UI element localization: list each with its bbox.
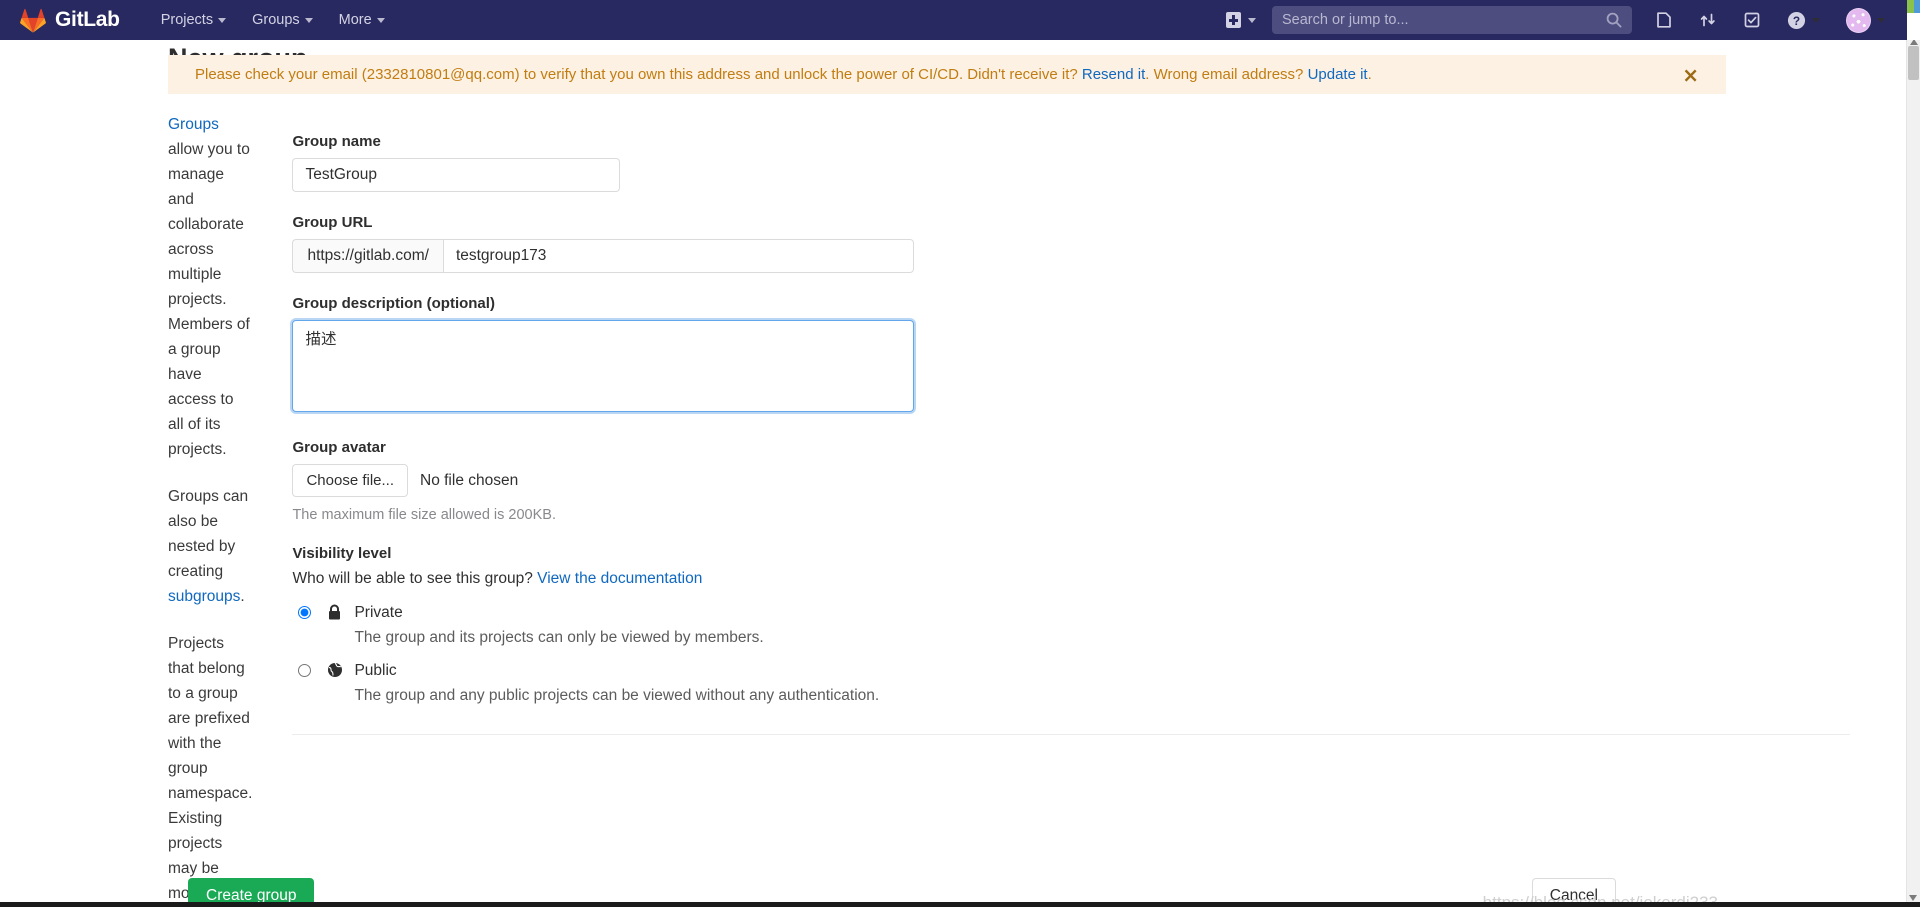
issues-icon-button[interactable] [1642, 0, 1686, 40]
new-group-form: Group name Group URL https://gitlab.com/… [292, 112, 1851, 907]
avatar [1846, 7, 1871, 33]
group-avatar-label: Group avatar [292, 439, 386, 456]
chevron-down-icon [218, 17, 227, 23]
visibility-private-text: Private The group and its projects can o… [354, 602, 763, 648]
visibility-private-title: Private [354, 604, 403, 621]
scrollbar-top-cap [1907, 0, 1920, 40]
file-chooser-row: Choose file... No file chosen [292, 464, 1850, 497]
visibility-public-description: The group and any public projects can be… [354, 687, 880, 704]
brand-name: GitLab [55, 8, 120, 31]
search-input[interactable]: Search or jump to... [1272, 6, 1632, 34]
visibility-option-private[interactable]: Private The group and its projects can o… [292, 602, 1850, 648]
visibility-question-text: Who will be able to see this group? [292, 570, 538, 587]
group-description-textarea[interactable]: 描述 [292, 320, 915, 412]
group-url-field-group: Group URL https://gitlab.com/ [292, 214, 1850, 273]
globe-icon [327, 660, 344, 683]
nav-item-projects[interactable]: Projects [150, 2, 237, 38]
group-avatar-field-group: Group avatar Choose file... No file chos… [292, 439, 1850, 523]
new-group-form-layout: Groups allow you to manage and collabora… [168, 112, 1851, 907]
form-footer-actions: Create group Cancel https://blog.csdn.ne… [168, 866, 1726, 907]
group-url-prefix: https://gitlab.com/ [292, 239, 443, 273]
visibility-radio-private[interactable] [298, 606, 312, 619]
chevron-down-icon [304, 17, 313, 23]
resend-it-link[interactable]: Resend it [1082, 66, 1145, 83]
no-file-chosen-text: No file chosen [420, 471, 519, 489]
group-url-input-group: https://gitlab.com/ [292, 239, 915, 273]
group-url-label: Group URL [292, 214, 373, 231]
info-paragraph-2: Groups can also be nested by creating su… [168, 484, 252, 609]
visibility-public-title: Public [354, 662, 397, 679]
group-name-field-group: Group name [292, 133, 1850, 192]
chevron-down-icon [1877, 17, 1885, 23]
alert-text-end: . [1367, 65, 1372, 83]
scroll-marker-blue [1914, 0, 1920, 13]
scrollbar-thumb[interactable] [1908, 39, 1919, 80]
search-placeholder: Search or jump to... [1282, 12, 1409, 28]
browser-bottom-edge [0, 902, 1920, 907]
lock-icon [327, 602, 344, 626]
group-description-field-group: Group description (optional) 描述 [292, 295, 1850, 417]
avatar-help-text: The maximum file size allowed is 200KB. [292, 507, 556, 523]
alert-text-middle: . Wrong email address? [1145, 65, 1308, 83]
nav-item-more-label: More [338, 12, 372, 28]
new-item-button[interactable] [1216, 12, 1266, 28]
nav-item-groups-label: Groups [252, 12, 300, 28]
close-icon[interactable]: × [1682, 65, 1699, 85]
nav-item-groups[interactable]: Groups [241, 2, 324, 38]
chevron-down-icon [376, 17, 385, 23]
visibility-field-group: Visibility level Who will be able to see… [292, 545, 1850, 706]
update-it-link[interactable]: Update it [1308, 66, 1368, 83]
help-icon: ? [1787, 11, 1806, 29]
vertical-scrollbar[interactable] [1906, 39, 1920, 907]
help-icon-button[interactable]: ? [1774, 0, 1833, 40]
info-paragraph-1: Groups allow you to manage and collabora… [168, 112, 252, 462]
view-documentation-link[interactable]: View the documentation [537, 570, 702, 587]
info-paragraph-1-rest: allow you to manage and collaborate acro… [168, 141, 250, 458]
subgroups-link[interactable]: subgroups [168, 588, 240, 605]
group-name-label: Group name [292, 133, 381, 150]
nav-item-more[interactable]: More [328, 2, 396, 38]
primary-nav: Projects Groups More [150, 2, 396, 38]
todos-icon-button[interactable] [1730, 0, 1774, 40]
groups-link[interactable]: Groups [168, 116, 219, 133]
group-url-input[interactable] [442, 239, 915, 273]
plus-square-icon [1226, 12, 1241, 28]
visibility-public-text: Public The group and any public projects… [354, 660, 879, 706]
visibility-option-public[interactable]: Public The group and any public projects… [292, 660, 1850, 706]
choose-file-button[interactable]: Choose file... [292, 464, 408, 497]
merge-requests-icon-button[interactable] [1686, 0, 1730, 40]
info-paragraph-2-after: . [240, 588, 245, 605]
alert-message: Please check your email (2332810801@qq.c… [168, 65, 1372, 85]
gitlab-logo[interactable]: GitLab [20, 8, 120, 33]
user-menu-button[interactable] [1833, 0, 1898, 40]
group-info-sidebar: Groups allow you to manage and collabora… [168, 112, 292, 907]
group-description-label: Group description (optional) [292, 295, 495, 312]
visibility-radio-public[interactable] [298, 664, 312, 677]
todos-icon [1744, 12, 1760, 28]
scroll-down-arrow-icon[interactable] [1909, 895, 1917, 901]
navbar-right-section: Search or jump to... ? [1216, 0, 1920, 40]
merge-requests-icon [1700, 13, 1715, 27]
group-name-input[interactable] [292, 158, 621, 192]
alert-text-before: Please check your email (2332810801@qq.c… [195, 65, 1082, 83]
nav-item-projects-label: Projects [160, 12, 214, 28]
top-navbar: GitLab Projects Groups More Search or ju… [0, 0, 1920, 40]
form-divider [292, 734, 1851, 735]
search-icon [1606, 12, 1622, 28]
svg-text:?: ? [1793, 13, 1800, 27]
chevron-down-icon [1812, 17, 1820, 23]
chevron-down-icon [1248, 17, 1256, 23]
info-paragraph-2-before: Groups can also be nested by creating [168, 488, 249, 580]
email-verification-alert: Please check your email (2332810801@qq.c… [168, 55, 1726, 94]
visibility-private-description: The group and its projects can only be v… [354, 629, 764, 646]
gitlab-tanuki-icon [20, 8, 46, 33]
issues-icon [1657, 12, 1671, 28]
page-body: New group Groups allow you to manage and… [0, 40, 1907, 907]
visibility-question: Who will be able to see this group? View… [292, 570, 1850, 588]
visibility-level-label: Visibility level [292, 545, 392, 562]
